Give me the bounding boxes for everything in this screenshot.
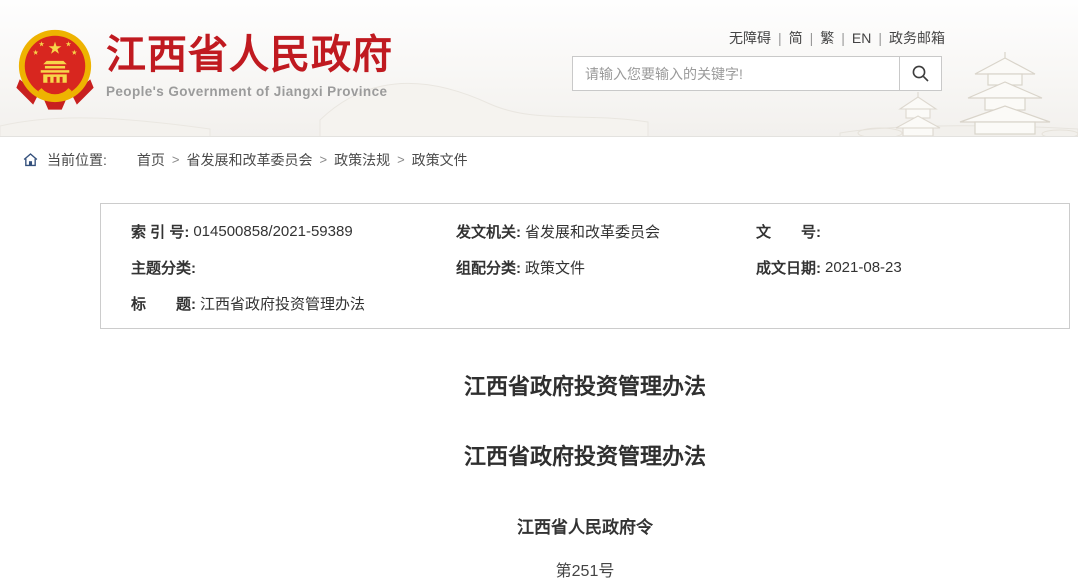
metadata-value: 江西省政府投资管理办法 bbox=[200, 293, 365, 314]
search-icon bbox=[911, 64, 930, 83]
breadcrumb: 当前位置: 首页 > 省发展和改革委员会 > 政策法规 > 政策文件 bbox=[0, 137, 1078, 182]
pavilion-icon bbox=[960, 52, 1050, 134]
metadata-field-document-number: 文 号: bbox=[756, 221, 1069, 242]
metadata-row: 标 题: 江西省政府投资管理办法 bbox=[101, 285, 1069, 321]
link-gov-mailbox[interactable]: 政务邮箱 bbox=[889, 30, 945, 46]
metadata-field-title: 标 题: 江西省政府投资管理办法 bbox=[101, 293, 365, 314]
breadcrumb-label: 当前位置: bbox=[47, 150, 107, 170]
metadata-label: 成文日期: bbox=[756, 257, 821, 278]
metadata-label: 发文机关: bbox=[456, 221, 521, 242]
site-subtitle-english: People's Government of Jiangxi Province bbox=[106, 84, 393, 99]
metadata-field-index-number: 索 引 号: 014500858/2021-59389 bbox=[101, 221, 456, 242]
breadcrumb-item-department[interactable]: 省发展和改革委员会 bbox=[186, 150, 312, 170]
metadata-row: 主题分类: 组配分类: 政策文件 成文日期: 2021-08-23 bbox=[101, 249, 1069, 285]
metadata-label: 标 题: bbox=[131, 293, 196, 314]
decree-number: 第251号 bbox=[100, 561, 1070, 583]
quick-link-separator: | bbox=[803, 30, 821, 46]
site-logo[interactable]: 江西省人民政府 People's Government of Jiangxi P… bbox=[13, 27, 393, 115]
breadcrumb-separator: > bbox=[319, 152, 327, 167]
metadata-field-theme-category: 主题分类: bbox=[101, 257, 456, 278]
link-traditional-chinese[interactable]: 繁 bbox=[820, 30, 834, 46]
metadata-value: 政策文件 bbox=[525, 257, 585, 278]
breadcrumb-item-policies[interactable]: 政策法规 bbox=[334, 150, 390, 170]
header-quick-links: 无障碍|简|繁|EN|政务邮箱 bbox=[729, 28, 945, 48]
link-english[interactable]: EN bbox=[852, 30, 871, 46]
quick-link-separator: | bbox=[834, 30, 852, 46]
site-header: 江西省人民政府 People's Government of Jiangxi P… bbox=[0, 0, 1078, 137]
document-metadata-box: 索 引 号: 014500858/2021-59389 发文机关: 省发展和改革… bbox=[100, 203, 1070, 329]
national-emblem-icon bbox=[13, 27, 97, 115]
metadata-value: 014500858/2021-59389 bbox=[193, 223, 352, 240]
decree-heading: 江西省人民政府令 bbox=[100, 516, 1070, 540]
metadata-field-date-issued: 成文日期: 2021-08-23 bbox=[756, 257, 1069, 278]
metadata-label: 主题分类: bbox=[131, 257, 196, 278]
breadcrumb-item-policy-documents[interactable]: 政策文件 bbox=[412, 150, 468, 170]
pagoda-icon bbox=[896, 92, 940, 136]
breadcrumb-separator: > bbox=[172, 152, 180, 167]
metadata-field-group-category: 组配分类: 政策文件 bbox=[456, 257, 756, 278]
link-accessibility[interactable]: 无障碍 bbox=[729, 30, 771, 46]
search-bar bbox=[572, 56, 942, 91]
quick-link-separator: | bbox=[871, 30, 889, 46]
document-page: 索 引 号: 014500858/2021-59389 发文机关: 省发展和改革… bbox=[100, 203, 1070, 583]
link-simplified-chinese[interactable]: 简 bbox=[789, 30, 803, 46]
search-input[interactable] bbox=[573, 57, 899, 90]
metadata-label: 文 号: bbox=[756, 221, 821, 242]
quick-link-separator: | bbox=[771, 30, 789, 46]
document-title: 江西省政府投资管理办法 bbox=[100, 374, 1070, 400]
breadcrumb-item-home[interactable]: 首页 bbox=[137, 150, 165, 170]
metadata-value: 2021-08-23 bbox=[825, 259, 902, 276]
metadata-label: 组配分类: bbox=[456, 257, 521, 278]
metadata-label: 索 引 号: bbox=[131, 221, 189, 242]
metadata-value: 省发展和改革委员会 bbox=[525, 221, 660, 242]
metadata-row: 索 引 号: 014500858/2021-59389 发文机关: 省发展和改革… bbox=[101, 213, 1069, 249]
document-body: 江西省政府投资管理办法 江西省政府投资管理办法 江西省人民政府令 第251号 bbox=[100, 374, 1070, 583]
document-title-repeat: 江西省政府投资管理办法 bbox=[100, 444, 1070, 470]
metadata-field-issuing-agency: 发文机关: 省发展和改革委员会 bbox=[456, 221, 756, 242]
site-title: 江西省人民政府 bbox=[106, 34, 393, 76]
breadcrumb-trail: 首页 > 省发展和改革委员会 > 政策法规 > 政策文件 bbox=[137, 150, 468, 170]
search-button[interactable] bbox=[899, 57, 941, 90]
breadcrumb-separator: > bbox=[397, 152, 405, 167]
home-icon bbox=[22, 151, 39, 168]
